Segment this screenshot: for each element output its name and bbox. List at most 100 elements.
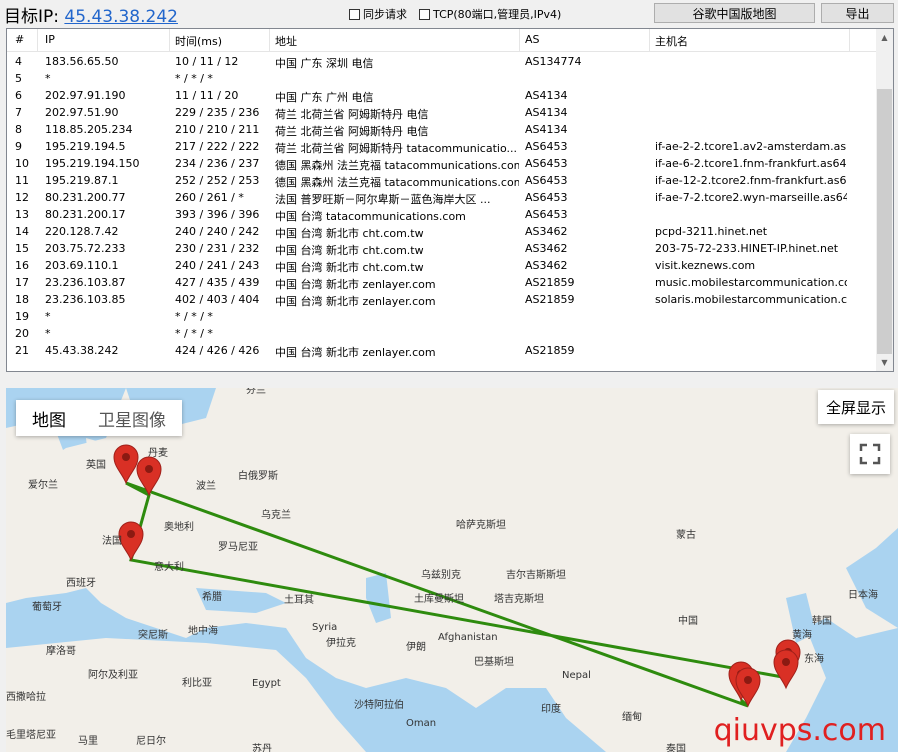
- map-label: 英国: [86, 458, 106, 471]
- cell-ip: 80.231.200.77: [45, 191, 126, 204]
- cell-ip: 23.236.103.85: [45, 293, 126, 306]
- cell-address: 中国 台湾 新北市 cht.com.tw: [275, 227, 424, 240]
- cell-time: 10 / 11 / 12: [175, 55, 239, 68]
- google-china-map-button[interactable]: 谷歌中国版地图: [654, 3, 815, 23]
- cell-index: 8: [15, 123, 22, 136]
- map-label: 希腊: [202, 590, 222, 603]
- map-label: 波兰: [196, 479, 216, 492]
- table-row[interactable]: 21 45.43.38.242 424 / 426 / 426 中国 台湾 新北市 z…: [7, 342, 877, 359]
- cell-time: 217 / 222 / 222: [175, 140, 260, 153]
- map-label: 日本海: [848, 588, 878, 601]
- cell-as: AS3462: [525, 259, 568, 272]
- col-as[interactable]: AS: [525, 33, 540, 46]
- map-canvas: 芬兰丹麦英国爱尔兰 白俄罗斯波兰乌克兰奥地利罗马尼亚 法国意大利西班牙葡萄牙 希腊 土耳…: [6, 388, 898, 752]
- table-row[interactable]: 17 23.236.103.87 427 / 435 / 439 中国 台湾 新北市 …: [7, 274, 877, 291]
- map-label: 白俄罗斯: [238, 469, 278, 482]
- checkbox-box[interactable]: [349, 8, 360, 20]
- tcp-checkbox[interactable]: TCP(80端口,管理员,IPv4): [419, 6, 561, 22]
- scroll-down-icon[interactable]: ▼: [876, 354, 893, 371]
- table-row[interactable]: 7 202.97.51.90 229 / 235 / 236 荷兰 北荷兰省 阿姆斯特…: [7, 104, 877, 121]
- checkbox-box[interactable]: [419, 8, 430, 20]
- table-row[interactable]: 6 202.97.91.190 11 / 11 / 20 中国 广东 广州 电信 AS4…: [7, 87, 877, 104]
- tab-map[interactable]: 地图: [16, 406, 82, 431]
- map-label: 乌兹别克: [421, 568, 461, 581]
- map-label: Oman: [406, 718, 436, 729]
- table-row[interactable]: 13 80.231.200.17 393 / 396 / 396 中国 台湾 tata…: [7, 206, 877, 223]
- table-row[interactable]: 14 220.128.7.42 240 / 240 / 242 中国 台湾 新北市 c…: [7, 223, 877, 240]
- cell-ip: 202.97.51.90: [45, 106, 119, 119]
- map-type-control: 地图 卫星图像: [16, 400, 182, 436]
- map-label: 蒙古: [676, 528, 696, 541]
- table-row[interactable]: 18 23.236.103.85 402 / 403 / 404 中国 台湾 新北市 …: [7, 291, 877, 308]
- table-row[interactable]: 5 * * / * / *: [7, 70, 877, 87]
- table-row[interactable]: 20 * * / * / *: [7, 325, 877, 342]
- cell-address: 中国 台湾 新北市 zenlayer.com: [275, 278, 436, 291]
- map-label: 印度: [541, 702, 561, 715]
- cell-as: AS134774: [525, 55, 582, 68]
- tab-satellite[interactable]: 卫星图像: [82, 406, 182, 431]
- cell-ip: *: [45, 310, 51, 323]
- map-label: 塔吉克斯坦: [494, 592, 544, 605]
- cell-address: 中国 台湾 tatacommunications.com: [275, 210, 466, 223]
- table-row[interactable]: 19 * * / * / *: [7, 308, 877, 325]
- cell-address: 法国 普罗旺斯－阿尔卑斯－蓝色海岸大区 ...: [275, 193, 491, 206]
- cell-as: AS21859: [525, 293, 575, 306]
- map-label: 哈萨克斯坦: [456, 518, 506, 531]
- fullscreen-icon[interactable]: [850, 434, 890, 474]
- cell-ip: 118.85.205.234: [45, 123, 133, 136]
- col-time[interactable]: 时间(ms): [175, 33, 222, 49]
- cell-hostname: 203-75-72-233.HINET-IP.hinet.net: [655, 242, 839, 255]
- col-index[interactable]: #: [15, 33, 24, 46]
- table-row[interactable]: 9 195.219.194.5 217 / 222 / 222 荷兰 北荷兰省 阿姆斯…: [7, 138, 877, 155]
- scroll-thumb[interactable]: [877, 89, 892, 354]
- table-row[interactable]: 15 203.75.72.233 230 / 231 / 232 中国 台湾 新北市 …: [7, 240, 877, 257]
- cell-time: 260 / 261 / *: [175, 191, 244, 204]
- map-label: 马里: [78, 735, 98, 747]
- cell-index: 10: [15, 157, 29, 170]
- table-row[interactable]: 10 195.219.194.150 234 / 236 / 237 德国 黑森州 法…: [7, 155, 877, 172]
- fullscreen-display-button[interactable]: 全屏显示: [817, 390, 894, 424]
- target-ip-label: 目标IP: 45.43.38.242: [4, 2, 178, 27]
- map-label: 西撒哈拉: [6, 690, 46, 703]
- map-label: 伊朗: [406, 641, 426, 653]
- cell-index: 15: [15, 242, 29, 255]
- map-label: 泰国: [666, 742, 686, 752]
- table-body: 4 183.56.65.50 10 / 11 / 12 中国 广东 深圳 电信 AS13…: [7, 53, 877, 359]
- sync-request-checkbox[interactable]: 同步请求: [349, 6, 407, 22]
- cell-address: 荷兰 北荷兰省 阿姆斯特丹 电信: [275, 108, 429, 121]
- cell-index: 14: [15, 225, 29, 238]
- cell-time: * / * / *: [175, 72, 213, 85]
- col-hostname[interactable]: 主机名: [655, 33, 688, 49]
- cell-hostname: pcpd-3211.hinet.net: [655, 225, 768, 238]
- cell-time: 234 / 236 / 237: [175, 157, 260, 170]
- table-row[interactable]: 12 80.231.200.77 260 / 261 / * 法国 普罗旺斯－阿尔卑斯…: [7, 189, 877, 206]
- map-label: 苏丹: [252, 742, 272, 752]
- cell-index: 6: [15, 89, 22, 102]
- map-label: 法国: [102, 534, 122, 547]
- cell-ip: 80.231.200.17: [45, 208, 126, 221]
- cell-time: * / * / *: [175, 310, 213, 323]
- cell-hostname: if-ae-6-2.tcore1.fnm-frankfurt.as64...: [655, 157, 847, 170]
- route-map[interactable]: 芬兰 丹麦 英国 爱尔兰 白俄罗斯 波兰 乌克兰 奥地利 罗马尼亚 法国 意大利 西班牙 葡萄牙 希腊 土耳…: [6, 388, 898, 752]
- cell-address: 德国 黑森州 法兰克福 tatacommunications.com: [275, 159, 519, 172]
- col-address[interactable]: 地址: [275, 33, 297, 49]
- export-button[interactable]: 导出: [821, 3, 894, 23]
- vertical-scrollbar[interactable]: ▲ ▼: [876, 29, 893, 371]
- cell-hostname: if-ae-12-2.tcore2.fnm-frankfurt.as6...: [655, 174, 847, 187]
- table-row[interactable]: 11 195.219.87.1 252 / 252 / 253 德国 黑森州 法兰克福…: [7, 172, 877, 189]
- cell-ip: 220.128.7.42: [45, 225, 119, 238]
- table-row[interactable]: 16 203.69.110.1 240 / 241 / 243 中国 台湾 新北市 c…: [7, 257, 877, 274]
- cell-index: 5: [15, 72, 22, 85]
- scroll-up-icon[interactable]: ▲: [876, 29, 893, 46]
- cell-as: AS21859: [525, 344, 575, 357]
- cell-address: 中国 广东 广州 电信: [275, 91, 374, 104]
- col-ip[interactable]: IP: [45, 33, 55, 46]
- map-label: 乌克兰: [261, 508, 291, 521]
- sync-request-label: 同步请求: [363, 8, 407, 21]
- table-row[interactable]: 4 183.56.65.50 10 / 11 / 12 中国 广东 深圳 电信 AS13…: [7, 53, 877, 70]
- map-label: 东海: [804, 652, 824, 665]
- cell-ip: *: [45, 72, 51, 85]
- cell-time: 252 / 252 / 253: [175, 174, 260, 187]
- target-ip-link[interactable]: 45.43.38.242: [64, 7, 178, 27]
- table-row[interactable]: 8 118.85.205.234 210 / 210 / 211 荷兰 北荷兰省 阿姆…: [7, 121, 877, 138]
